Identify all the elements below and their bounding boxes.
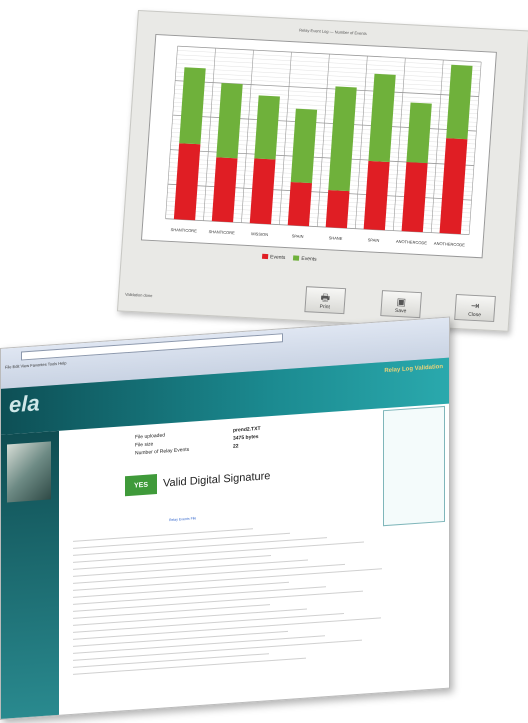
- bar-segment: [328, 86, 357, 192]
- print-button[interactable]: 🖶 Print: [304, 286, 347, 315]
- x-tick-label: SPAIN: [367, 237, 379, 243]
- right-sidebar: [383, 405, 445, 527]
- x-tick-label: SHANE: [329, 235, 343, 241]
- main-content: File uploaded prend2.TXT File size 3475 by…: [59, 408, 382, 714]
- bar-segment: [439, 138, 468, 235]
- stacked-bar-chart: SHANTICORE SHANTICORE MISSION SPAIN SHANE SPA…: [165, 45, 482, 248]
- address-bar[interactable]: [21, 333, 283, 361]
- bar-segment: [325, 189, 350, 229]
- validation-result: Valid Digital Signature: [163, 470, 271, 490]
- header-image: [7, 441, 51, 503]
- bar-segment: [401, 162, 428, 233]
- bar-segment: [368, 73, 396, 163]
- x-tick-label: ANOTHERCODE: [434, 241, 466, 248]
- file-info: File uploaded prend2.TXT File size 3475 by…: [135, 426, 261, 458]
- exit-icon: ⇥: [470, 300, 480, 313]
- browser-menu[interactable]: File Edit View Favorites Tools Help: [5, 360, 66, 369]
- bar-segment: [173, 143, 201, 221]
- detail-link[interactable]: Relay Events File: [169, 516, 196, 522]
- status-text: Validation done: [124, 291, 153, 299]
- event-log-list: [73, 516, 382, 678]
- bar-segment: [254, 95, 280, 160]
- bar-segment: [406, 102, 432, 164]
- legend-item-red: Events: [261, 253, 286, 261]
- bar-segment: [287, 181, 312, 227]
- bar-segment: [179, 67, 206, 145]
- chart-window: Relay Event Log — Number of Events SHANT…: [116, 10, 528, 332]
- chart-legend: Events Events: [261, 253, 317, 263]
- printer-icon: 🖶: [320, 292, 331, 305]
- floppy-icon: ▣: [396, 296, 407, 309]
- chart-plot-area: SHANTICORE SHANTICORE MISSION SPAIN SHANE SPA…: [140, 33, 497, 259]
- legend-item-green: Events: [293, 255, 317, 263]
- bar-segment: [211, 157, 238, 223]
- x-tick-label: SHANTICORE: [208, 229, 235, 235]
- browser-window: File Edit View Favorites Tools Help ela …: [0, 316, 450, 720]
- bar-segment: [446, 64, 473, 140]
- x-tick-label: ANOTHERCODE: [396, 239, 428, 246]
- yes-badge: YES: [125, 474, 157, 497]
- x-tick-label: SPAIN: [292, 233, 304, 239]
- site-logo: ela: [9, 390, 40, 418]
- bar-segment: [249, 158, 276, 225]
- close-button[interactable]: ⇥ Close: [454, 293, 496, 323]
- bar-segment: [290, 108, 318, 184]
- x-tick-label: MISSION: [251, 231, 268, 237]
- bar-segment: [216, 83, 243, 159]
- save-button[interactable]: ▣ Save: [380, 290, 423, 319]
- x-tick-label: SHANTICORE: [170, 227, 197, 233]
- bar-segment: [363, 160, 390, 231]
